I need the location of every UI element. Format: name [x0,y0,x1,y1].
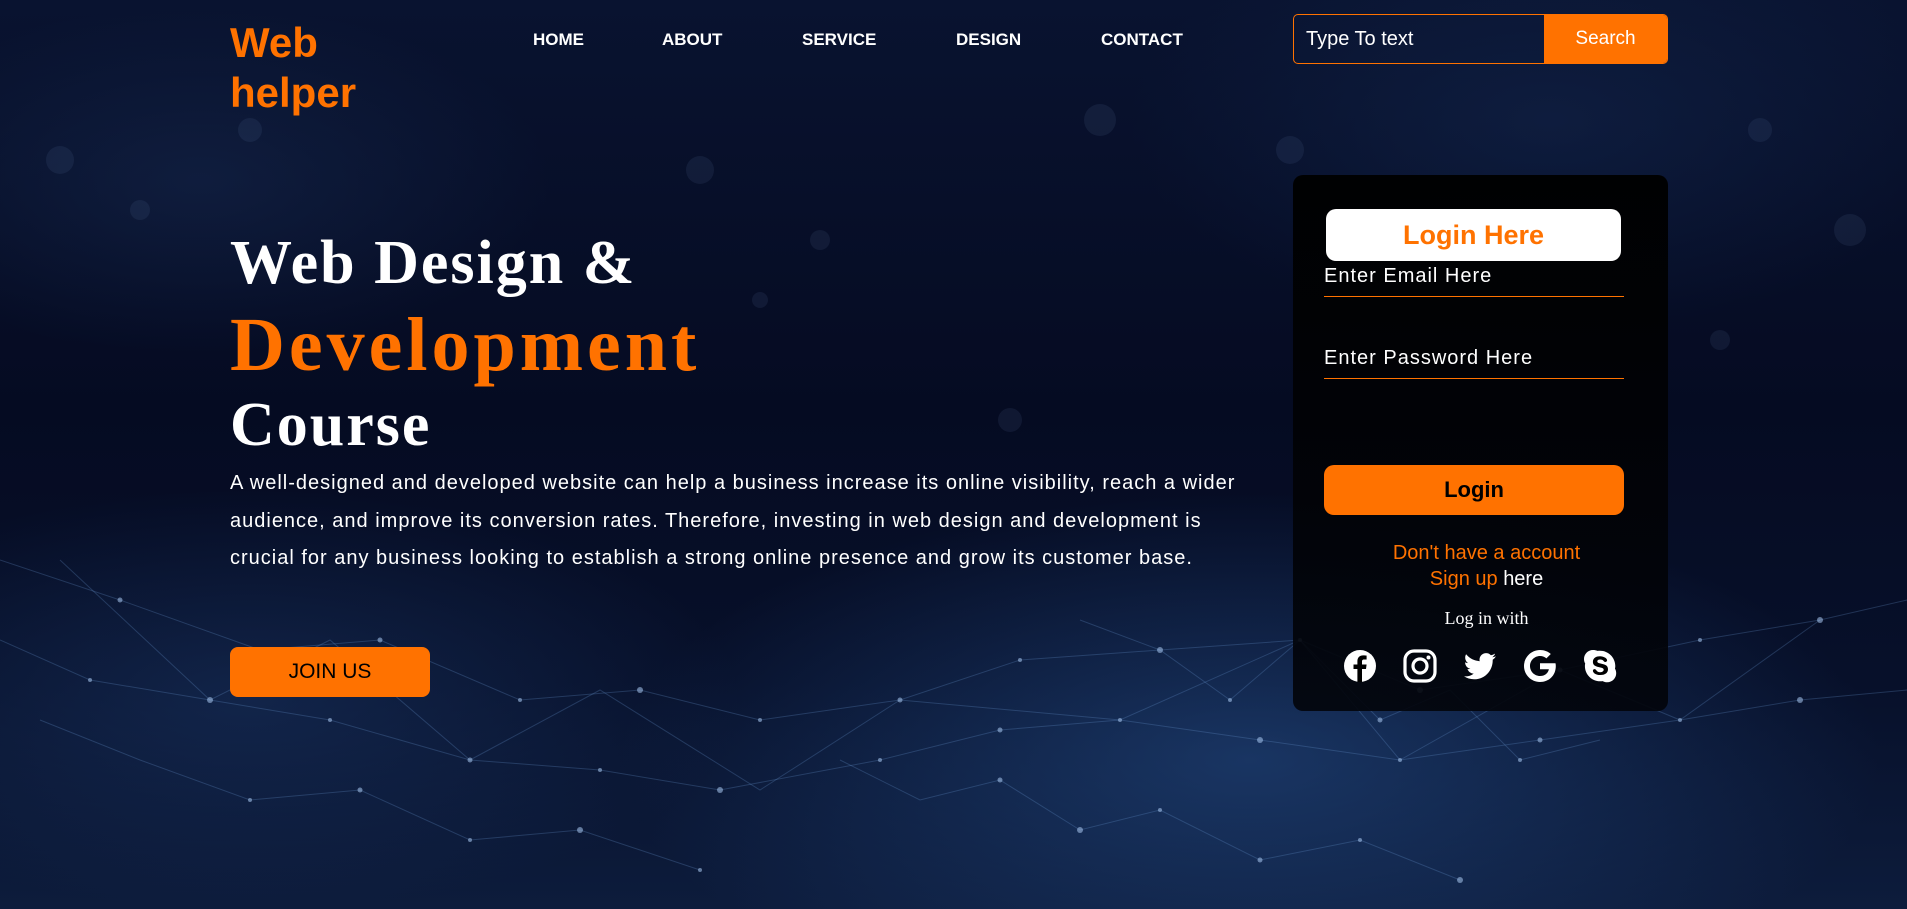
join-us-button[interactable]: JOIN US [230,647,430,697]
login-button[interactable]: Login [1324,465,1624,515]
social-login-icons [1342,648,1632,688]
facebook-icon[interactable] [1342,648,1378,684]
nav-home[interactable]: HOME [533,30,584,50]
search-bar: Search [1293,14,1668,64]
login-card: Login Here Login Don't have a account Si… [1293,175,1668,711]
signup-suffix: here [1503,568,1544,590]
brand-line1: Web [230,19,318,66]
login-title: Login Here [1326,209,1621,261]
login-with-label: Log in with [1444,608,1529,628]
nav-contact[interactable]: CONTACT [1101,30,1183,50]
nav-about[interactable]: ABOUT [662,30,722,50]
email-field[interactable] [1324,256,1624,297]
skype-icon[interactable] [1582,648,1618,684]
nav-design[interactable]: DESIGN [956,30,1021,50]
twitter-icon[interactable] [1462,648,1498,684]
password-field[interactable] [1324,338,1624,379]
hero-description: A well-designed and developed website ca… [230,472,1236,569]
no-account-text: Don't have a account [1392,542,1581,564]
brand-logo[interactable]: Web helper [230,18,356,118]
instagram-icon[interactable] [1402,648,1438,684]
nav-service[interactable]: SERVICE [802,30,876,50]
signup-link[interactable]: Sign up [1430,568,1498,590]
brand-line2: helper [230,69,357,116]
search-input[interactable] [1294,15,1544,63]
signup-prompt: Don't have a account Sign up here [1293,540,1668,592]
google-icon[interactable] [1522,648,1558,684]
hero-title-line3: Course [230,391,432,459]
hero-title-line2: Development [230,303,701,387]
hero-title-line1: Web Design & [230,229,637,297]
search-button[interactable]: Search [1544,15,1667,63]
hero-heading: Web Design & Development Course [230,226,700,460]
